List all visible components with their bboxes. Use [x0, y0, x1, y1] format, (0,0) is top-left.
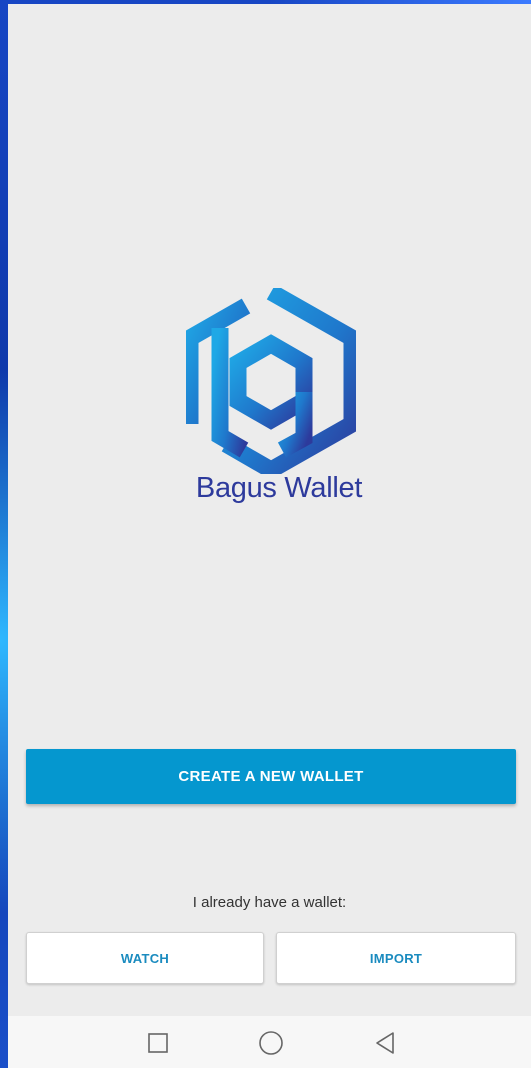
bagus-logo-icon — [186, 288, 356, 474]
app-name-text: Bagus Wallet — [195, 472, 363, 504]
app-logo: Bagus Wallet — [184, 288, 374, 518]
create-wallet-button[interactable]: CREATE A NEW WALLET — [26, 749, 516, 804]
recent-apps-icon[interactable] — [145, 1030, 171, 1056]
back-icon[interactable] — [372, 1030, 398, 1056]
have-wallet-label: I already have a wallet: — [192, 894, 347, 911]
watch-button[interactable]: WATCH — [26, 932, 264, 984]
import-button[interactable]: IMPORT — [276, 932, 516, 984]
system-navigation-bar — [8, 1016, 531, 1068]
home-icon[interactable] — [258, 1030, 284, 1056]
app-screen: Bagus Wallet CREATE A NEW WALLET I alrea… — [8, 4, 531, 1068]
